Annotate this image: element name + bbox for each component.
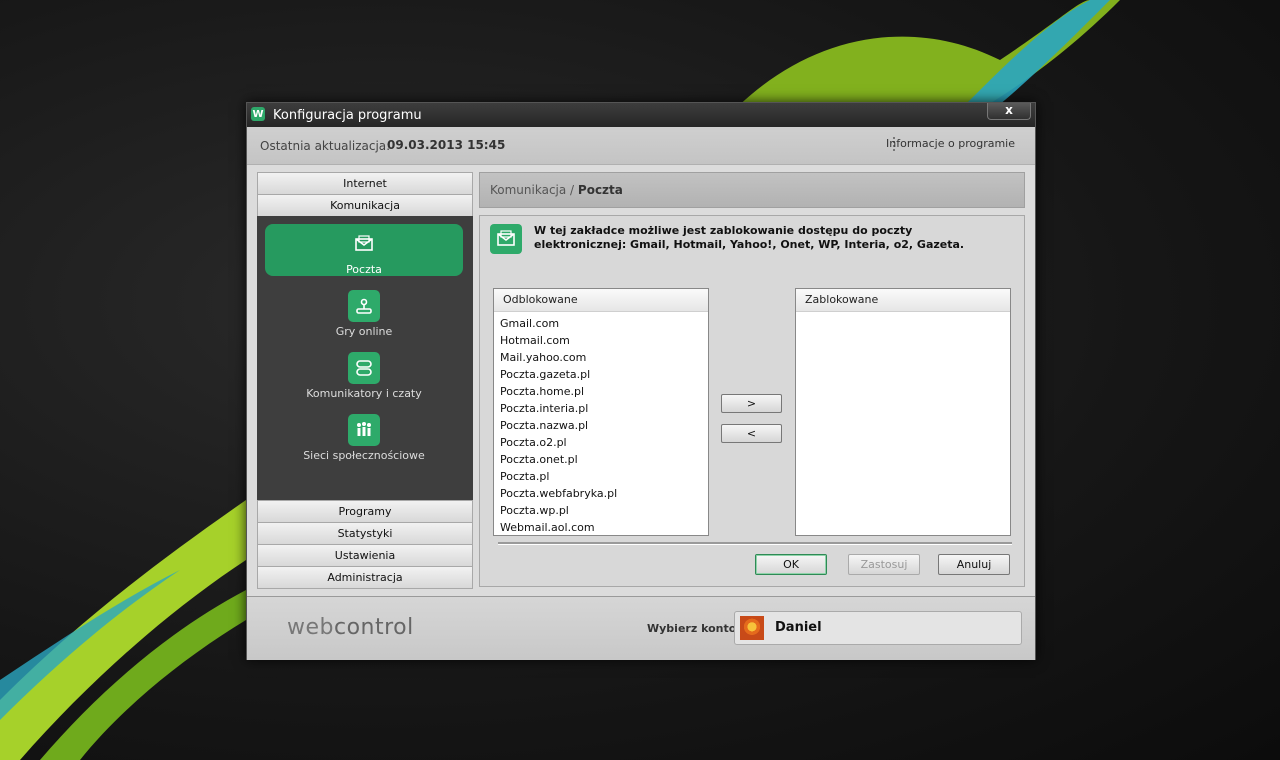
breadcrumb-current: Poczta: [577, 183, 623, 197]
list-item[interactable]: Poczta.o2.pl: [500, 434, 708, 451]
last-update-label: Ostatnia aktualizacja:: [260, 139, 391, 153]
sidebar: Internet Komunikacja Poczta Gry online K…: [257, 172, 473, 589]
app-logo-icon: W: [251, 107, 265, 121]
breadcrumb-parent: Komunikacja /: [490, 183, 578, 197]
close-button[interactable]: x: [987, 103, 1031, 120]
brand-logo: webcontrol: [287, 615, 414, 640]
title-bar[interactable]: W Konfiguracja programu x: [247, 103, 1035, 127]
list-item[interactable]: Poczta.wp.pl: [500, 502, 708, 519]
unblocked-list[interactable]: Odblokowane Gmail.com Hotmail.com Mail.yah…: [493, 288, 709, 536]
sidebar-item-ustawienia[interactable]: Ustawienia: [257, 544, 473, 567]
list-item[interactable]: Hotmail.com: [500, 332, 708, 349]
sidebar-item-poczta[interactable]: Poczta: [265, 224, 463, 276]
footer: webcontrol Wybierz konto: Daniel: [247, 596, 1035, 660]
sidebar-item-statystyki[interactable]: Statystyki: [257, 522, 473, 545]
brand-right: control: [334, 615, 414, 640]
sidebar-item-label: Sieci społecznościowe: [303, 449, 425, 462]
brand-left: web: [287, 615, 334, 640]
account-label: Wybierz konto:: [647, 622, 741, 635]
move-right-button[interactable]: >: [721, 394, 782, 413]
blocked-list-header: Zablokowane: [796, 289, 1010, 312]
list-item[interactable]: Gmail.com: [500, 315, 708, 332]
account-selector[interactable]: Daniel: [734, 611, 1022, 645]
sidebar-item-label: Gry online: [335, 325, 393, 338]
unblocked-list-header: Odblokowane: [494, 289, 708, 312]
joystick-icon: [348, 290, 380, 322]
info-bar: Ostatnia aktualizacja: 09.03.2013 15:45 …: [247, 127, 1035, 165]
avatar: [740, 616, 764, 640]
page-description: W tej zakładce możliwe jest zablokowanie…: [534, 224, 965, 251]
people-icon: [348, 414, 380, 446]
move-left-button[interactable]: <: [721, 424, 782, 443]
about-link[interactable]: Informacje o programie: [886, 137, 1015, 150]
sidebar-item-sieci[interactable]: Sieci społecznościowe: [265, 410, 463, 462]
divider: [498, 542, 1012, 545]
sidebar-item-label: Poczta: [346, 263, 382, 276]
chat-icon: [348, 352, 380, 384]
list-item[interactable]: Poczta.webfabryka.pl: [500, 485, 708, 502]
blocked-list[interactable]: Zablokowane: [795, 288, 1011, 536]
sidebar-item-komunikatory[interactable]: Komunikatory i czaty: [265, 348, 463, 400]
config-window: W Konfiguracja programu x Ostatnia aktua…: [246, 102, 1036, 660]
list-item[interactable]: Poczta.interia.pl: [500, 400, 708, 417]
list-item[interactable]: Webmail.aol.com: [500, 519, 708, 536]
mail-icon: [490, 224, 522, 254]
list-item[interactable]: Poczta.nazwa.pl: [500, 417, 708, 434]
sidebar-item-programy[interactable]: Programy: [257, 500, 473, 523]
content-panel: W tej zakładce możliwe jest zablokowanie…: [479, 215, 1025, 587]
list-item[interactable]: Poczta.pl: [500, 468, 708, 485]
list-item[interactable]: Mail.yahoo.com: [500, 349, 708, 366]
sidebar-item-internet[interactable]: Internet: [257, 172, 473, 195]
sidebar-item-administracja[interactable]: Administracja: [257, 566, 473, 589]
apply-button[interactable]: Zastosuj: [848, 554, 920, 575]
unblocked-items: Gmail.com Hotmail.com Mail.yahoo.com Poczta…: [494, 312, 708, 536]
list-item[interactable]: Poczta.home.pl: [500, 383, 708, 400]
window-title: Konfiguracja programu: [273, 108, 422, 123]
blocked-items: [796, 312, 1010, 315]
mail-icon: [348, 228, 380, 260]
list-item[interactable]: Poczta.onet.pl: [500, 451, 708, 468]
cancel-button[interactable]: Anuluj: [938, 554, 1010, 575]
last-update-value: 09.03.2013 15:45: [387, 138, 506, 152]
sidebar-item-komunikacja[interactable]: Komunikacja: [257, 194, 473, 217]
ok-button[interactable]: OK: [755, 554, 827, 575]
sidebar-subpanel: Poczta Gry online Komunikatory i czaty S…: [257, 216, 473, 500]
sidebar-item-label: Komunikatory i czaty: [306, 387, 422, 400]
breadcrumb: Komunikacja / Poczta: [479, 172, 1025, 208]
account-name: Daniel: [775, 620, 822, 635]
list-item[interactable]: Poczta.gazeta.pl: [500, 366, 708, 383]
sidebar-item-gry-online[interactable]: Gry online: [265, 286, 463, 338]
